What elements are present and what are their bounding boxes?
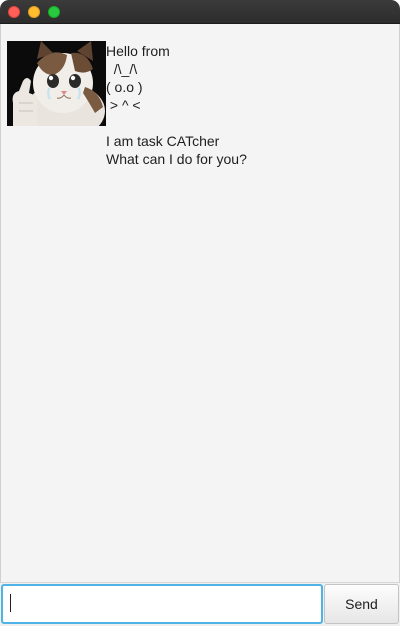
cat-avatar-image — [7, 41, 106, 126]
bot-message-text: Hello from /\_/\ ( o.o ) > ^ < I am task… — [106, 43, 247, 167]
input-bar: Send — [0, 582, 400, 626]
minimize-window-button[interactable] — [28, 6, 40, 18]
app-window: Hello from /\_/\ ( o.o ) > ^ < I am task… — [0, 0, 400, 626]
send-button[interactable]: Send — [324, 584, 399, 624]
close-window-button[interactable] — [8, 6, 20, 18]
zoom-window-button[interactable] — [48, 6, 60, 18]
title-bar[interactable] — [0, 0, 400, 24]
text-caret — [10, 594, 11, 612]
cat-thumbs-up-avatar — [7, 41, 106, 126]
dialog-container[interactable]: Hello from /\_/\ ( o.o ) > ^ < I am task… — [0, 24, 400, 582]
message-input[interactable] — [1, 584, 323, 624]
